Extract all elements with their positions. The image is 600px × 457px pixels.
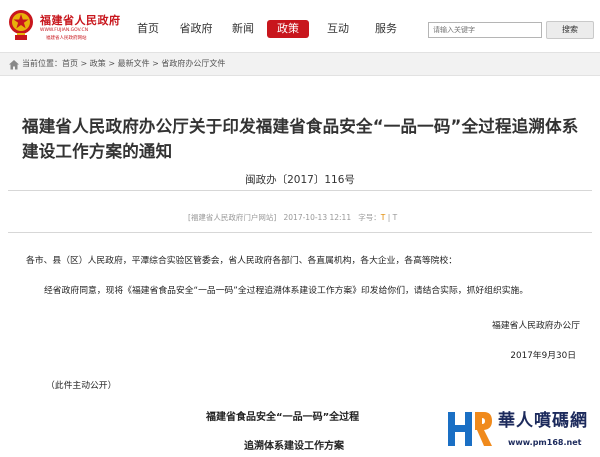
nav-item-news[interactable]: 新闻 [229,20,257,38]
breadcrumb-trail: 当前位置：首页 > 政策 > 最新文件 > 省政府办公厅文件 [22,58,225,70]
font-size-separator: | [387,213,391,222]
site-header: 福建省人民政府 WWW.FUJIAN.GOV.CN 福建省人民政府网站 首页 省… [0,0,600,52]
article-source: [福建省人民政府门户网站] [188,213,277,222]
font-size-small-button[interactable]: T [393,213,398,222]
search-input[interactable] [428,22,542,38]
breadcrumb-separator: > [78,59,90,68]
article-date: 2017-10-13 12:11 [283,213,352,222]
site-logo[interactable]: 福建省人民政府 WWW.FUJIAN.GOV.CN 福建省人民政府网站 [6,8,126,44]
breadcrumb: 当前位置：首页 > 政策 > 最新文件 > 省政府办公厅文件 [0,52,600,76]
logo-title: 福建省人民政府 [40,14,121,27]
breadcrumb-prefix: 当前位置： [22,59,62,68]
body-paragraph: 经省政府同意，现将《福建省食品安全“一品一码”全过程追溯体系建设工作方案》印发给… [44,286,529,296]
plan-title-line-1: 福建省食品安全“一品一码”全过程 [206,412,360,423]
addressee-paragraph: 各市、县（区）人民政府，平潭综合实验区管委会，省人民政府各部门、各直属机构，各大… [26,256,458,266]
article-title: 福建省人民政府办公厅关于印发福建省食品安全“一品一码”全过程追溯体系建设工作方案… [22,117,579,161]
signature-organization: 福建省人民政府办公厅 [492,321,580,331]
font-size-label: 字号： [358,213,381,222]
breadcrumb-item-home[interactable]: 首页 [62,59,78,68]
breadcrumb-item-latest[interactable]: 最新文件 [118,59,150,68]
plan-title-line-2: 追溯体系建设工作方案 [244,441,344,452]
nav-item-services[interactable]: 服务 [372,20,400,38]
home-icon [9,60,19,70]
nav-item-government[interactable]: 省政府 [176,20,216,38]
search-button[interactable]: 搜索 [546,21,594,39]
font-size-large-button[interactable]: T [381,213,386,222]
breadcrumb-separator: > [149,59,162,68]
breadcrumb-item-policy[interactable]: 政策 [90,59,106,68]
breadcrumb-separator: > [105,59,118,68]
document-number: 闽政办〔2017〕116号 [245,174,355,186]
watermark-name: 華人噴碼網 [498,411,588,431]
nav-item-policy[interactable]: 政策 [267,20,309,38]
nav-item-interaction[interactable]: 互动 [324,20,352,38]
title-divider [8,190,592,191]
hr-logo-icon [448,412,492,446]
meta-divider [8,232,592,233]
signature-date: 2017年9月30日 [510,351,576,361]
watermark: 華人噴碼網 www.pm168.net [442,404,600,456]
logo-subtitle: 福建省人民政府网站 [46,36,87,41]
article-meta: [福建省人民政府门户网站] 2017-10-13 12:11 字号：T | T [188,212,397,223]
public-note: （此件主动公开） [46,381,117,391]
logo-url: WWW.FUJIAN.GOV.CN [40,28,89,33]
breadcrumb-item-office-docs[interactable]: 省政府办公厅文件 [161,59,225,68]
national-emblem-icon [9,10,33,40]
nav-item-home[interactable]: 首页 [134,20,162,38]
watermark-url: www.pm168.net [508,438,582,447]
